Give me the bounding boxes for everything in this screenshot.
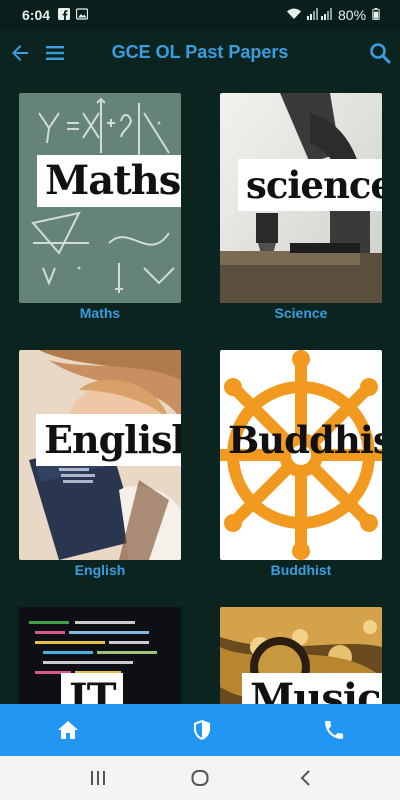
- subject-caption: English: [74, 562, 126, 578]
- subject-image: Maths: [19, 93, 181, 303]
- system-nav-bar: [0, 756, 400, 800]
- back-chevron-icon[interactable]: [296, 768, 316, 788]
- battery-icon: [372, 8, 380, 20]
- image-icon: [76, 8, 88, 20]
- wifi-icon: [287, 8, 301, 19]
- subject-image: Buddhist: [220, 350, 382, 560]
- subject-caption: Buddhist: [270, 562, 332, 578]
- subject-image: science: [220, 93, 382, 303]
- subject-title-overlay: science: [238, 159, 382, 211]
- facebook-icon: [58, 8, 70, 20]
- status-time: 6:04: [22, 7, 51, 23]
- subject-grid: Maths Maths science Science Englis Engli…: [0, 76, 400, 704]
- subject-caption: Maths: [79, 305, 121, 321]
- phone-icon[interactable]: [322, 718, 346, 742]
- battery-percentage: 80%: [338, 7, 367, 23]
- subject-title-overlay: Buddhist: [228, 418, 382, 462]
- subject-title-overlay: Maths: [37, 155, 181, 207]
- app-bar: GCE OL Past Papers: [0, 30, 400, 76]
- subject-image: IT: [19, 607, 181, 704]
- shield-icon[interactable]: [190, 718, 214, 742]
- subject-title-overlay: IT: [61, 673, 124, 704]
- bottom-nav: [0, 704, 400, 756]
- signal-icon: [321, 8, 332, 20]
- recents-icon[interactable]: [88, 768, 108, 788]
- signal-icon: [307, 8, 318, 20]
- home-icon[interactable]: [56, 718, 80, 742]
- page-title: GCE OL Past Papers: [111, 42, 289, 62]
- search-icon[interactable]: [368, 41, 392, 65]
- subject-image: English: [19, 350, 181, 560]
- subject-title-overlay: English: [36, 414, 181, 466]
- subject-image: Music: [220, 607, 382, 704]
- home-circle-icon[interactable]: [190, 768, 210, 788]
- subject-caption: Science: [274, 305, 328, 321]
- subject-title-overlay: Music: [242, 673, 382, 704]
- status-bar: 6:04 80%: [0, 0, 400, 30]
